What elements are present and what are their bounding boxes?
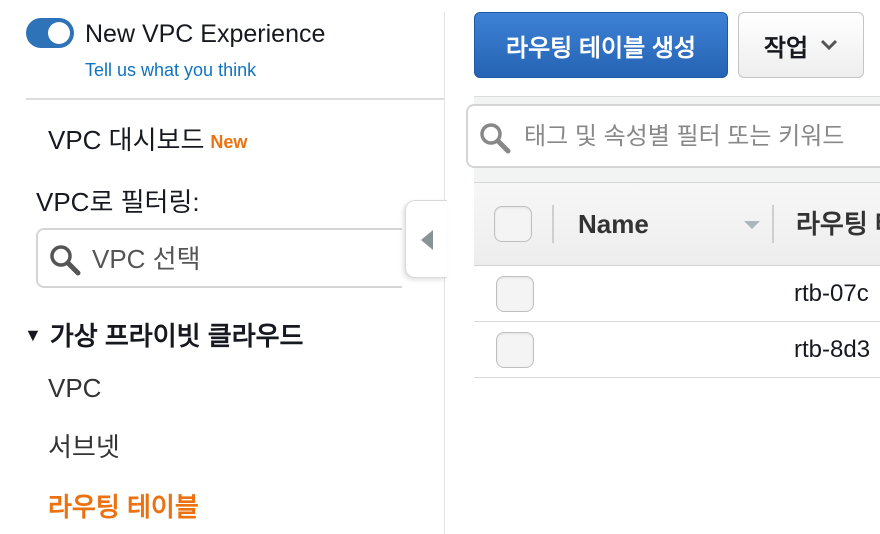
select-all-checkbox[interactable] [494,206,532,242]
sidebar-divider [26,98,444,100]
column-header-route-table-id[interactable]: 라우팅 테 [796,207,880,241]
sort-caret-icon[interactable] [744,221,760,229]
sidebar-collapse-button[interactable] [405,200,447,278]
actions-label: 작업 [763,34,809,62]
search-input[interactable] [524,122,880,152]
sidebar: New VPC Experience Tell us what you thin… [0,0,445,534]
sidebar-item-label: VPC 대시보드 [48,125,205,155]
column-divider [552,205,554,243]
route-table-id[interactable]: rtb-07c [794,278,869,310]
toggle-knob [48,22,70,44]
search-icon [50,245,81,276]
actions-dropdown-button[interactable]: 작업 [738,12,864,78]
row-checkbox[interactable] [496,332,534,368]
new-badge: New [210,132,248,152]
new-experience-toggle[interactable] [26,18,74,48]
sidebar-item-subnets[interactable]: 서브넷 [48,430,120,464]
feedback-link[interactable]: Tell us what you think [85,58,256,82]
section-title: 가상 프라이빗 클라우드 [49,321,304,351]
route-table-id[interactable]: rtb-8d3 [794,334,870,366]
table-filter-search[interactable] [466,104,880,168]
table-row[interactable]: rtb-07c [474,266,880,322]
chevron-left-icon [421,230,433,250]
new-experience-label: New VPC Experience [85,20,326,48]
search-icon [480,123,511,154]
main-content: 라우팅 테이블 생성 작업 Name 라우팅 테 rtb-07c rtb-8d3 [446,0,880,534]
sidebar-item-vpc-dashboard[interactable]: VPC 대시보드 New [48,123,247,159]
column-header-name[interactable]: Name [578,207,649,241]
sidebar-item-vpc[interactable]: VPC [48,371,101,405]
vpc-filter-select[interactable]: VPC 선택 [36,228,402,288]
vpc-select-placeholder: VPC 선택 [92,244,201,274]
row-checkbox[interactable] [496,276,534,312]
column-divider [772,205,774,243]
caret-down-icon: ▼ [24,325,42,345]
table-row[interactable]: rtb-8d3 [474,322,880,378]
table-header: Name 라우팅 테 [474,182,880,266]
create-route-table-button[interactable]: 라우팅 테이블 생성 [474,12,728,78]
sidebar-item-route-tables[interactable]: 라우팅 테이블 [48,490,199,524]
vpc-filter-label: VPC로 필터링: [36,187,200,217]
section-virtual-private-cloud[interactable]: ▼ 가상 프라이빗 클라우드 [24,318,303,353]
chevron-down-icon [821,39,838,51]
